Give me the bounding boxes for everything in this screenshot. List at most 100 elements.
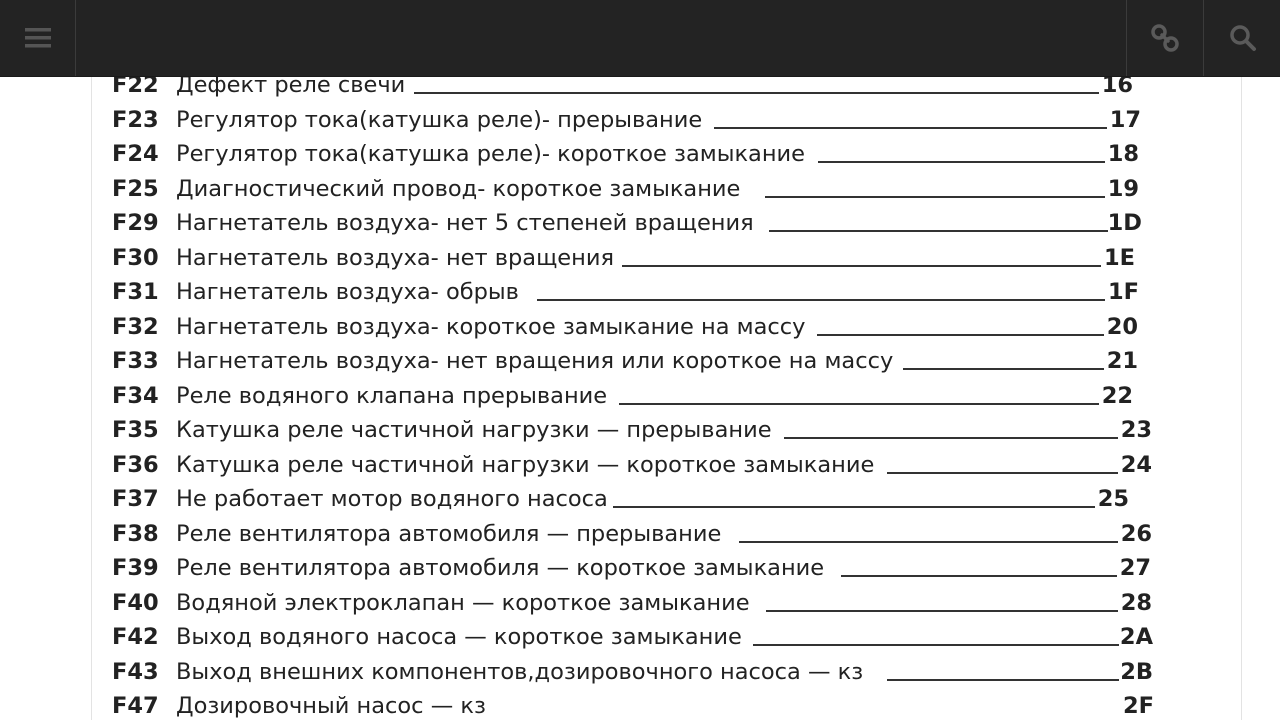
error-code: F25 — [112, 175, 159, 202]
error-description: Нагнетатель воздуха- нет вращения или ко… — [176, 348, 894, 374]
error-code-row: F35 Катушка реле частичной нагрузки — пре… — [92, 413, 1241, 448]
error-code-row: F22 Дефект реле свечи 16 — [92, 77, 1241, 103]
search-button[interactable] — [1203, 0, 1280, 76]
error-code-row: F47 Дозировочный насос — кз 2F — [92, 689, 1241, 720]
error-code-row: F24 Регулятор тока(катушка реле)- коротко… — [92, 137, 1241, 172]
page-number: 20 — [1106, 313, 1138, 340]
error-code-row: F31 Нагнетатель воздуха- обрыв 1F — [92, 275, 1241, 310]
page-number: 28 — [1120, 589, 1152, 616]
error-code-row: F23 Регулятор тока(катушка реле)- прерыва… — [92, 103, 1241, 138]
error-code-row: F42 Выход водяного насоса — короткое замы… — [92, 620, 1241, 655]
leader-line — [784, 437, 1118, 439]
leader-line — [537, 299, 1105, 301]
leader-line — [622, 264, 1101, 267]
error-code: F22 — [112, 77, 159, 98]
error-description: Нагнетатель воздуха- нет вращения — [176, 244, 615, 271]
error-description: Дефект реле свечи — [176, 77, 406, 98]
error-description: Нагнетатель воздуха- нет 5 степеней вращ… — [176, 210, 754, 236]
leader-line — [818, 161, 1105, 163]
error-code: F34 — [112, 382, 159, 409]
error-code: F42 — [112, 624, 159, 650]
error-code: F24 — [112, 141, 159, 167]
page-number: 21 — [1106, 348, 1138, 374]
error-description: Выход водяного насоса — короткое замыкан… — [176, 624, 742, 650]
error-description: Реле водяного клапана прерывание — [176, 382, 608, 409]
page-number: 19 — [1107, 175, 1139, 202]
error-description: Регулятор тока(катушка реле)- короткое з… — [176, 141, 806, 167]
leader-line — [887, 678, 1119, 681]
leader-line — [817, 333, 1104, 336]
page-number: 17 — [1109, 106, 1141, 133]
page-number: 18 — [1107, 141, 1139, 167]
page-number: 27 — [1119, 555, 1151, 581]
error-code-row: F30 Нагнетатель воздуха- нет вращения 1E — [92, 241, 1241, 276]
error-description: Катушка реле частичной нагрузки — прерыв… — [176, 417, 772, 443]
leader-line — [739, 540, 1118, 543]
page-number: 22 — [1101, 382, 1133, 409]
leader-line — [414, 92, 1099, 94]
error-description: Нагнетатель воздуха- обрыв — [176, 279, 519, 305]
page-number: 1E — [1103, 244, 1135, 271]
error-description: Диагностический провод- короткое замыкан… — [176, 175, 741, 202]
error-description: Дозировочный насос — кз — [176, 693, 486, 719]
menu-button[interactable] — [0, 0, 76, 76]
error-code: F40 — [112, 589, 159, 616]
error-code-row: F38 Реле вентилятора автомобиля — прерыва… — [92, 517, 1241, 552]
error-description: Реле вентилятора автомобиля — короткое з… — [176, 555, 825, 581]
leader-line — [887, 471, 1118, 474]
error-description: Выход внешних компонентов,дозировочного … — [176, 658, 864, 685]
page-number: 1D — [1107, 210, 1142, 236]
hamburger-menu-icon — [24, 27, 51, 49]
page-number: 26 — [1120, 520, 1152, 547]
page-number: 2A — [1119, 624, 1153, 650]
error-code: F32 — [112, 313, 159, 340]
error-code: F30 — [112, 244, 159, 271]
error-code: F23 — [112, 106, 159, 133]
error-code: F33 — [112, 348, 159, 374]
error-code-row: F40 Водяной электроклапан — короткое замы… — [92, 586, 1241, 621]
error-code: F47 — [112, 693, 159, 719]
error-code: F36 — [112, 451, 159, 478]
error-description: Регулятор тока(катушка реле)- прерывание — [176, 106, 703, 133]
leader-line — [766, 609, 1118, 612]
page-number: 2B — [1120, 658, 1153, 685]
error-code: F39 — [112, 555, 159, 581]
error-code-list: F22 Дефект реле свечи 16 F23 Регулятор тока(… — [92, 77, 1241, 720]
page-number: 1F — [1107, 279, 1139, 305]
error-code: F29 — [112, 210, 159, 236]
error-code-row: F33 Нагнетатель воздуха- нет вращения или… — [92, 344, 1241, 379]
error-code-row: F36 Катушка реле частичной нагрузки — кор… — [92, 448, 1241, 483]
link-icon — [1150, 23, 1180, 53]
leader-line — [903, 368, 1104, 370]
document-content: F22 Дефект реле свечи 16 F23 Регулятор тока(… — [91, 77, 1242, 720]
error-code-row: F37 Не работает мотор водяного насоса 25 — [92, 482, 1241, 517]
top-toolbar — [0, 0, 1280, 77]
error-code: F43 — [112, 658, 159, 685]
error-description: Катушка реле частичной нагрузки — коротк… — [176, 451, 875, 478]
leader-line — [613, 506, 1095, 508]
search-icon — [1229, 24, 1257, 52]
page-number: 2F — [1122, 693, 1154, 719]
leader-line — [769, 230, 1108, 232]
page-number: 16 — [1101, 77, 1133, 98]
page-number: 25 — [1097, 486, 1129, 512]
error-description: Водяной электроклапан — короткое замыкан… — [176, 589, 750, 616]
leader-line — [619, 402, 1099, 405]
page-number: 23 — [1120, 417, 1152, 443]
error-code-row: F29 Нагнетатель воздуха- нет 5 степеней в… — [92, 206, 1241, 241]
error-description: Нагнетатель воздуха- короткое замыкание … — [176, 313, 806, 340]
leader-line — [714, 126, 1107, 129]
error-code-row: F32 Нагнетатель воздуха- короткое замыкан… — [92, 310, 1241, 345]
error-code: F37 — [112, 486, 159, 512]
error-code-row: F25 Диагностический провод- короткое замы… — [92, 172, 1241, 207]
error-code-row: F34 Реле водяного клапана прерывание 22 — [92, 379, 1241, 414]
leader-line — [765, 195, 1105, 198]
error-description: Реле вентилятора автомобиля — прерывание — [176, 520, 722, 547]
error-code-row: F39 Реле вентилятора автомобиля — коротко… — [92, 551, 1241, 586]
error-code: F31 — [112, 279, 159, 305]
link-button[interactable] — [1126, 0, 1203, 76]
leader-line — [841, 575, 1117, 577]
error-description: Не работает мотор водяного насоса — [176, 486, 608, 512]
page-number: 24 — [1120, 451, 1152, 478]
leader-line — [753, 644, 1119, 646]
